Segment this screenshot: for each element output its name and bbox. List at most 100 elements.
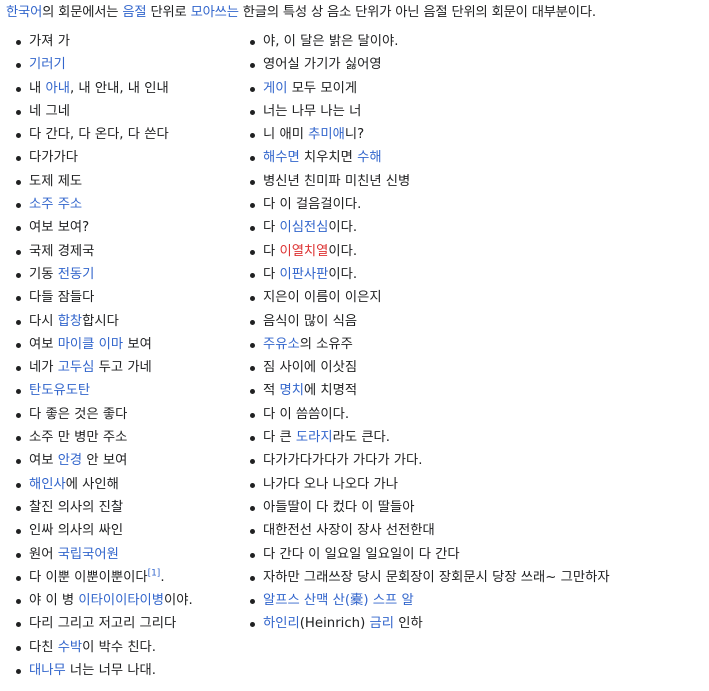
wiki-link[interactable]: 국립국어원 — [58, 547, 119, 562]
palindrome-list-item: 다가가다가다가 가다가 가다. — [250, 449, 610, 472]
text: 나가다 오나 나오다 가나 — [263, 476, 399, 492]
wiki-link[interactable]: 합창 — [58, 314, 82, 329]
palindrome-list-item: 대한전선 사장이 장사 선전한대 — [250, 519, 610, 542]
text: 다친 — [29, 639, 58, 655]
text: 안 보여 — [82, 453, 128, 469]
wiki-link[interactable]: 이판사판 — [279, 267, 328, 282]
text: 다 — [263, 243, 280, 259]
wiki-link[interactable]: 수박 — [58, 640, 82, 655]
palindrome-list-item: 야, 이 달은 밝은 달이야. — [250, 30, 610, 53]
wiki-link[interactable]: 도라지 — [296, 430, 333, 445]
wiki-link[interactable]: 안경 — [58, 453, 82, 468]
palindrome-list-item: 원어 국립국어원 — [16, 543, 193, 566]
palindrome-list-item: 야 이 병 이타이이타이병이야. — [16, 589, 193, 612]
palindrome-list-item: 도제 제도 — [16, 170, 193, 193]
wiki-link[interactable]: 알프스 산맥 — [263, 593, 328, 608]
text: 영어실 가기가 싫어영 — [263, 57, 382, 73]
wiki-link[interactable]: 이타이이타이병 — [78, 593, 164, 608]
text: 내 — [29, 80, 46, 96]
text: 다 간다 이 일요일 일요일이 다 간다 — [263, 546, 460, 562]
palindrome-list-item: 대나무 너는 너무 나대. — [16, 659, 193, 682]
text: 니? — [344, 127, 365, 143]
text: (Heinrich) — [299, 616, 370, 632]
text: 라도 큰다. — [332, 430, 391, 446]
text: 찰진 의사의 진찰 — [29, 499, 124, 515]
text: 다 — [263, 266, 280, 282]
text: 다 큰 — [263, 430, 296, 446]
text: 다시 — [29, 313, 58, 329]
palindrome-list-item: 병신년 친미파 미친년 신병 — [250, 170, 610, 193]
palindrome-list-right: 야, 이 달은 밝은 달이야. 영어실 가기가 싫어영게이 모두 모이게너는 나무… — [250, 30, 610, 636]
wiki-link[interactable]: 해수면 — [263, 150, 300, 165]
palindrome-list-item: 다 이판사판이다. — [250, 263, 610, 286]
text: 네 그네 — [29, 103, 70, 119]
palindrome-list-item: 다 이열치열이다. — [250, 240, 610, 263]
text: 치우치면 — [299, 150, 358, 166]
text: 가져 가 — [29, 34, 70, 49]
wiki-link[interactable]: 수해 — [357, 150, 381, 165]
palindrome-list-item: 게이 모두 모이게 — [250, 77, 610, 100]
wiki-link[interactable]: 주유소 — [263, 337, 300, 352]
text: 도제 제도 — [29, 173, 83, 189]
wiki-link[interactable]: 명치 — [279, 383, 303, 398]
palindrome-list-item: 다 이심전심이다. — [250, 216, 610, 239]
text: 원어 — [29, 546, 58, 562]
text: 다 이뿐 이뿐이뿐이다 — [29, 569, 148, 585]
wiki-link[interactable]: 이심전심 — [279, 220, 328, 235]
text: 다 — [263, 220, 280, 236]
wiki-link[interactable]: 산(橐) 스프 알 — [328, 593, 414, 608]
intro-paragraph: 한국어의 회문에서는 음절 단위로 모아쓰는 한글의 특성 상 음소 단위가 아… — [6, 3, 706, 23]
palindrome-list-item: 기러기 — [16, 53, 193, 76]
wiki-link[interactable]: 한국어 — [6, 5, 42, 20]
palindrome-list-left: 가져 가기러기내 아내, 내 안내, 내 인내네 그네다 간다, 다 온다, 다… — [16, 30, 193, 682]
text: 모두 모이게 — [287, 80, 358, 96]
wiki-link[interactable]: 하인리 — [263, 616, 300, 631]
text: 기동 — [29, 266, 58, 282]
red-link[interactable]: 이열치열 — [279, 244, 328, 259]
wiki-link[interactable]: 모아쓰는 — [191, 5, 239, 20]
palindrome-list-item: 여보 안경 안 보여 — [16, 449, 193, 472]
palindrome-list-item: 탄도유도탄 — [16, 379, 193, 402]
wiki-link[interactable]: 소주 주소 — [29, 197, 82, 212]
wiki-link[interactable]: 아내 — [45, 81, 69, 96]
palindrome-list-item: 다 좋은 것은 좋다 — [16, 403, 193, 426]
wiki-link[interactable]: 추미애 — [308, 127, 345, 142]
reference-link[interactable]: [1] — [148, 568, 161, 578]
palindrome-list-item: 내 아내, 내 안내, 내 인내 — [16, 77, 193, 100]
palindrome-list-item: 다 이 걸음걸이다. — [250, 193, 610, 216]
text: 다 간다, 다 온다, 다 쓴다 — [29, 127, 169, 143]
wiki-link[interactable]: 전동기 — [58, 267, 95, 282]
text: 한글의 특성 상 음소 단위가 아닌 음절 단위의 회문이 대부분이다. — [238, 5, 596, 20]
palindrome-list-item: 주유소의 소유주 — [250, 333, 610, 356]
wiki-link[interactable]: 금리 — [370, 616, 394, 631]
text: 국제 경제국 — [29, 243, 95, 259]
palindrome-list-item: 나가다 오나 나오다 가나 — [250, 473, 610, 496]
text: 보여 — [123, 336, 152, 352]
text: 지은이 이름이 이은지 — [263, 290, 382, 306]
wiki-link[interactable]: 고두심 — [58, 360, 95, 375]
palindrome-list-item: 너는 나무 나는 너 — [250, 100, 610, 123]
text: 너는 너무 나대. — [65, 663, 157, 679]
text: 자하만 그래쓰장 당시 문회장이 장회문시 당장 쓰래~ 그만하자 — [263, 569, 610, 585]
palindrome-list-item: 아들딸이 다 컸다 이 딸들아 — [250, 496, 610, 519]
palindrome-list-item: 소주 만 병만 주소 — [16, 426, 193, 449]
text: 의 소유주 — [299, 336, 353, 352]
text: 이다. — [328, 266, 358, 282]
palindrome-list-item: 음식이 많이 식음 — [250, 310, 610, 333]
wiki-link[interactable]: 게이 — [263, 81, 287, 96]
wiki-link[interactable]: 해인사 — [29, 477, 66, 492]
text: 여보 — [29, 336, 58, 352]
palindrome-list-item: 다리 그리고 저고리 그리다 — [16, 612, 193, 635]
wiki-link[interactable]: 탄도유도탄 — [29, 383, 90, 398]
wiki-link[interactable]: 마이클 이마 — [58, 337, 123, 352]
text: 두고 가네 — [94, 360, 152, 376]
text: 야 이 병 — [29, 593, 79, 609]
text: 다 좋은 것은 좋다 — [29, 406, 128, 422]
text: 너는 나무 나는 너 — [263, 103, 362, 119]
wiki-link[interactable]: 대나무 — [29, 663, 66, 678]
text: 여보 — [29, 453, 58, 469]
wiki-link[interactable]: 음절 — [122, 5, 146, 20]
wiki-link[interactable]: 기러기 — [29, 57, 66, 72]
palindrome-list-item: 다 이뿐 이뿐이뿐이다[1]. — [16, 566, 193, 589]
palindrome-list-item: 해인사에 사인해 — [16, 473, 193, 496]
